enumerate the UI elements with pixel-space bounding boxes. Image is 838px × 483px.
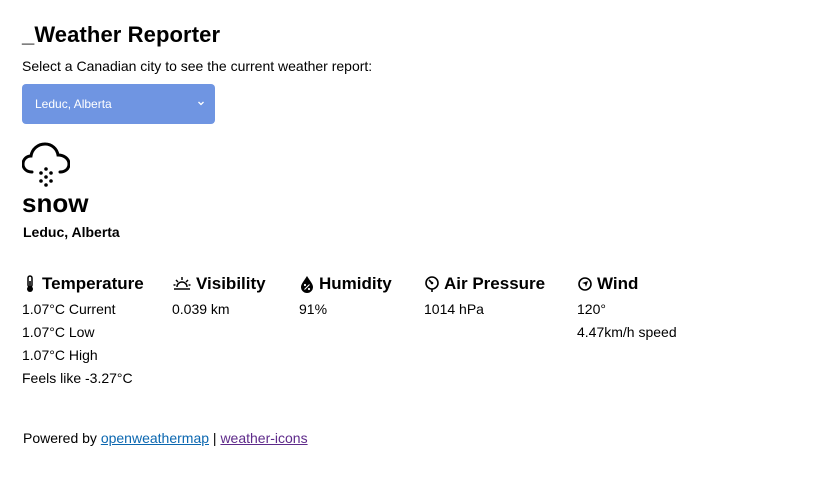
chevron-down-icon	[198, 101, 204, 106]
humidity-metric: Humidity 91%	[299, 273, 392, 323]
air-pressure-metric: Air Pressure 1014 hPa	[424, 273, 545, 323]
temperature-high: 1.07°C High	[22, 347, 98, 363]
snow-cloud-icon	[22, 142, 70, 187]
temperature-feels-like: Feels like -3.27°C	[22, 370, 133, 386]
wind-direction-icon	[578, 277, 592, 291]
visibility-metric: Visibility 0.039 km	[172, 273, 266, 323]
air-pressure-value: 1014 hPa	[424, 301, 484, 317]
air-pressure-label: Air Pressure	[444, 274, 546, 293]
page-title: _Weather Reporter	[22, 22, 221, 47]
humidity-drop-icon	[301, 276, 313, 293]
weather-condition: snow	[22, 188, 89, 218]
temperature-metric: Temperature 1.07°C Current 1.07°C Low 1.…	[22, 273, 144, 392]
openweathermap-link[interactable]: openweathermap	[101, 430, 209, 446]
city-select-prompt: Select a Canadian city to see the curren…	[22, 58, 373, 74]
city-select-dropdown[interactable]: Leduc, Alberta	[22, 84, 215, 124]
city-select-value: Leduc, Alberta	[35, 97, 112, 111]
wind-speed: 4.47km/h speed	[577, 324, 677, 340]
footer-prefix: Powered by	[23, 430, 101, 446]
wind-metric: Wind 120° 4.47km/h speed	[577, 273, 677, 346]
temperature-label: Temperature	[42, 274, 144, 293]
footer: Powered by openweathermap | weather-icon…	[23, 430, 308, 446]
weather-icons-link[interactable]: weather-icons	[220, 430, 307, 446]
sunrise-icon	[173, 277, 191, 290]
wind-label: Wind	[597, 274, 639, 293]
barometer-icon	[425, 276, 439, 292]
humidity-value: 91%	[299, 301, 328, 317]
footer-separator: |	[209, 430, 221, 446]
weather-location: Leduc, Alberta	[23, 224, 120, 240]
temperature-current: 1.07°C Current	[22, 301, 116, 317]
temperature-low: 1.07°C Low	[22, 324, 95, 340]
visibility-label: Visibility	[196, 274, 266, 293]
humidity-label: Humidity	[319, 274, 392, 293]
wind-direction: 120°	[577, 301, 606, 317]
visibility-value: 0.039 km	[172, 301, 230, 317]
thermometer-icon	[27, 275, 33, 292]
